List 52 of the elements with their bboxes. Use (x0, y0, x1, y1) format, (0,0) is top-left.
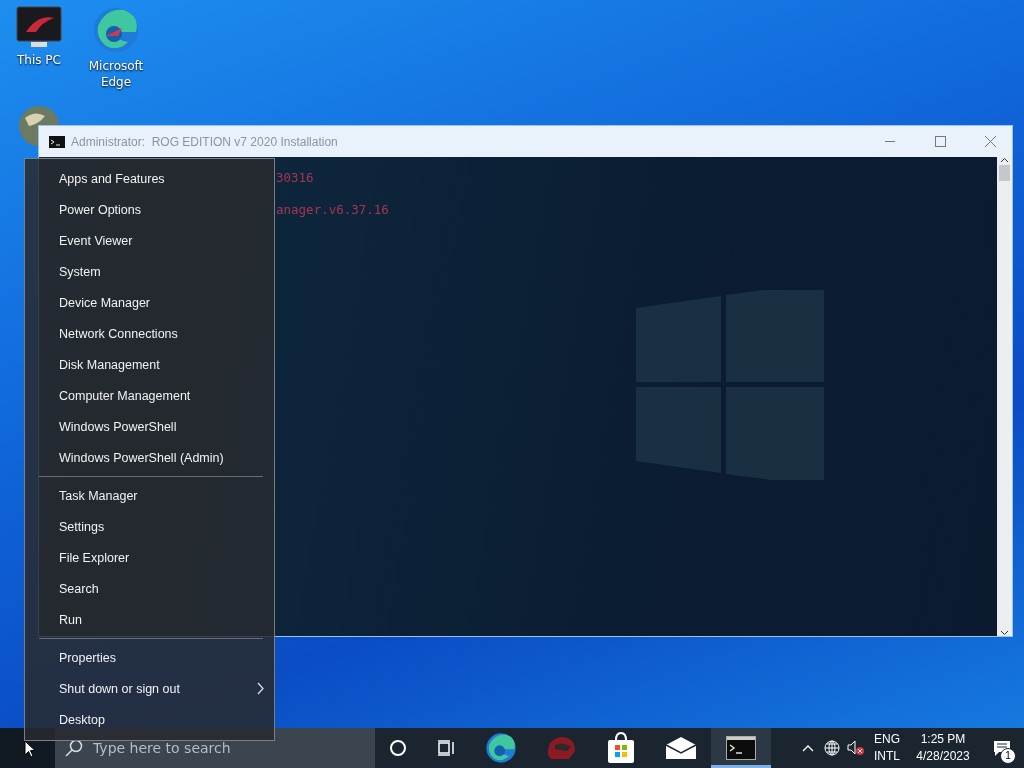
menu-item[interactable]: Computer Management (25, 380, 274, 411)
icon-label: Microsoft Edge (87, 58, 145, 90)
monitor-icon[interactable] (16, 6, 62, 48)
terminal-icon (726, 736, 756, 760)
taskbar-app-button[interactable] (711, 728, 771, 768)
caret-up-icon (802, 744, 814, 752)
menu-item[interactable]: Apps and Features (25, 163, 274, 194)
language-indicator[interactable]: ENG INTL (868, 728, 906, 768)
terminal-icon (49, 135, 65, 148)
icon-label: This PC (17, 52, 61, 68)
menu-item[interactable]: Task Manager (25, 480, 274, 511)
close-icon (984, 136, 996, 147)
menu-item[interactable]: System (25, 256, 274, 287)
maximize-icon (934, 136, 946, 147)
menu-item[interactable]: Search (25, 573, 274, 604)
minimize-icon (885, 141, 895, 142)
muted-speaker-icon (847, 740, 865, 756)
window-title: Administrator: ROG EDITION v7 2020 Installation (71, 134, 339, 149)
keyboard-layout: INTL (874, 748, 900, 765)
time-text: 1:25 PM (920, 731, 966, 748)
console-text: 30316 (276, 170, 315, 186)
globe-icon (823, 739, 841, 757)
menu-item[interactable]: Shut down or sign out (25, 673, 274, 704)
console-text: anager.v6.37.16 (276, 202, 390, 218)
menu-item[interactable]: Device Manager (25, 287, 274, 318)
menu-item[interactable]: Settings (25, 511, 274, 542)
menu-item[interactable]: Run (25, 604, 274, 635)
search-icon (65, 739, 83, 757)
shopping-bag-icon (607, 732, 635, 764)
menu-item[interactable]: Event Viewer (25, 225, 274, 256)
caret-down-icon[interactable] (1000, 630, 1009, 636)
menu-item[interactable]: Windows PowerShell (25, 411, 274, 442)
mouse-cursor-icon (24, 740, 36, 758)
circle-icon (389, 739, 407, 757)
task-view-icon (437, 740, 455, 756)
edge-icon[interactable] (92, 6, 140, 54)
menu-item[interactable]: Windows PowerShell (Admin) (25, 442, 274, 473)
menu-item[interactable]: Power Options (25, 194, 274, 225)
edge-icon (485, 732, 517, 764)
language-code: ENG (874, 731, 900, 748)
action-center-button[interactable]: 1 (980, 728, 1024, 768)
menu-item[interactable]: Disk Management (25, 349, 274, 380)
date-text: 4/28/2023 (916, 748, 970, 765)
clock[interactable]: 1:25 PM 4/28/2023 (906, 728, 980, 768)
envelope-icon (665, 736, 697, 760)
menu-item[interactable]: Network Connections (25, 318, 274, 349)
caret-up-icon[interactable] (1000, 157, 1009, 163)
scrollbar[interactable] (997, 157, 1012, 636)
menu-item[interactable]: Properties (25, 642, 274, 673)
scrollbar-thumb[interactable] (999, 165, 1010, 181)
notification-count: 1 (1000, 748, 1016, 764)
menu-item[interactable]: File Explorer (25, 542, 274, 573)
